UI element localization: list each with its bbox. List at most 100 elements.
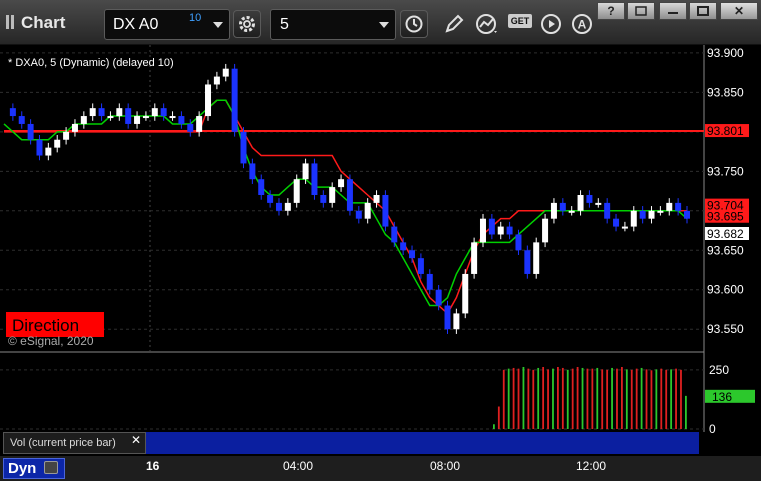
volume-bar [680, 369, 682, 429]
volume-bar [542, 366, 545, 429]
interval-text[interactable]: 5 [280, 16, 289, 34]
copyright-text: © eSignal, 2020 [8, 334, 94, 348]
candle-body [488, 218, 495, 235]
symbol-text[interactable]: DX A0 [113, 16, 158, 34]
candle-body [134, 116, 141, 124]
maximize-button[interactable] [689, 2, 717, 20]
volume-bar [537, 367, 540, 429]
x-tick: 12:00 [576, 459, 607, 473]
candle-body [293, 179, 300, 203]
dynamic-mode-label: Dyn [8, 460, 37, 477]
volume-bar [621, 366, 623, 429]
price-chart[interactable]: 93.90093.85093.80093.75093.70093.65093.6… [0, 45, 761, 456]
chevron-down-icon[interactable] [379, 22, 389, 28]
candle-body [373, 195, 380, 203]
close-button[interactable]: ✕ [720, 2, 758, 20]
volume-bar [596, 367, 599, 429]
candle-body [675, 202, 682, 211]
y-tick-label: 93.600 [707, 283, 744, 297]
volume-bar [502, 369, 505, 429]
candle-body [98, 108, 105, 117]
help-button[interactable]: ? [597, 2, 625, 20]
volume-bar [552, 368, 554, 429]
get-icon[interactable]: GET [508, 14, 532, 28]
candle-body [311, 163, 318, 195]
volume-bar [493, 424, 495, 429]
candle-body [559, 202, 566, 211]
volume-bar [557, 366, 559, 429]
candle-body [382, 195, 389, 227]
x-tick: 04:00 [283, 459, 314, 473]
window-title: Chart [6, 13, 65, 33]
vol-current-label: 136 [712, 390, 732, 404]
volume-bar [507, 368, 510, 429]
time-template-button[interactable] [400, 10, 428, 38]
candle-body [27, 123, 34, 140]
candle-body [444, 305, 451, 330]
candle-body [400, 242, 407, 251]
candle-body [45, 147, 52, 156]
price-label: 93.695 [707, 210, 744, 224]
clock-icon [405, 15, 423, 33]
title-bar: Chart DX A0 10 5 GET A ? ✕ [0, 0, 761, 45]
candle-body [684, 210, 690, 219]
candle-body [550, 202, 557, 219]
maximize-icon [697, 6, 709, 16]
candle-body [657, 210, 664, 213]
replay-button[interactable] [538, 11, 564, 37]
candle-body [338, 179, 345, 188]
candle-body [54, 139, 61, 148]
studies-button[interactable] [474, 11, 500, 37]
chevron-down-icon[interactable] [213, 22, 223, 28]
interval-input[interactable]: 5 [270, 9, 396, 40]
alert-icon: A [572, 14, 592, 34]
volume-bar [685, 395, 687, 429]
pencil-icon [445, 14, 464, 33]
y-tick-label: 93.850 [707, 85, 744, 99]
candle-body [258, 179, 265, 195]
candle-body [409, 250, 416, 259]
candle-body [213, 76, 220, 85]
symbol-input[interactable]: DX A0 10 [104, 9, 230, 40]
status-bar: Dyn [0, 456, 761, 481]
candle-body [249, 163, 256, 180]
volume-bar [591, 368, 594, 429]
candle-body [125, 108, 132, 124]
y-tick-label: 93.750 [707, 164, 744, 178]
play-icon [541, 14, 561, 34]
volume-bar [635, 368, 638, 429]
candle-body [364, 202, 371, 219]
volume-bar [630, 369, 633, 429]
candle-body [329, 187, 336, 203]
settings-button[interactable] [233, 10, 261, 38]
volume-bar [645, 369, 648, 429]
candle-body [621, 226, 628, 229]
candle-body [178, 116, 185, 124]
lock-icon[interactable] [44, 461, 58, 474]
candle-body [169, 116, 176, 119]
draw-tool-button[interactable] [441, 11, 467, 37]
candle-body [196, 116, 203, 132]
candle-body [586, 195, 593, 203]
restore-icon [635, 6, 647, 16]
volume-label-strip [146, 432, 699, 454]
candle-body [604, 202, 611, 219]
candle-body [542, 218, 549, 243]
gear-icon [239, 16, 255, 32]
alert-button[interactable]: A [569, 11, 595, 37]
minimize-button[interactable] [659, 2, 687, 20]
restore-button[interactable] [627, 2, 655, 20]
volume-bar [547, 369, 549, 429]
line-study-icon [476, 14, 497, 34]
candle-body [613, 218, 620, 227]
direction-badge: Direction [12, 316, 79, 335]
volume-bar [675, 368, 677, 429]
vol-tick-label: 0 [709, 422, 716, 436]
volume-bar [665, 369, 668, 429]
volume-bar [650, 370, 653, 429]
volume-bar [616, 368, 618, 429]
candle-body [533, 242, 540, 274]
candle-body [435, 289, 442, 306]
close-icon[interactable]: ✕ [131, 433, 141, 447]
volume-bar [566, 369, 569, 429]
